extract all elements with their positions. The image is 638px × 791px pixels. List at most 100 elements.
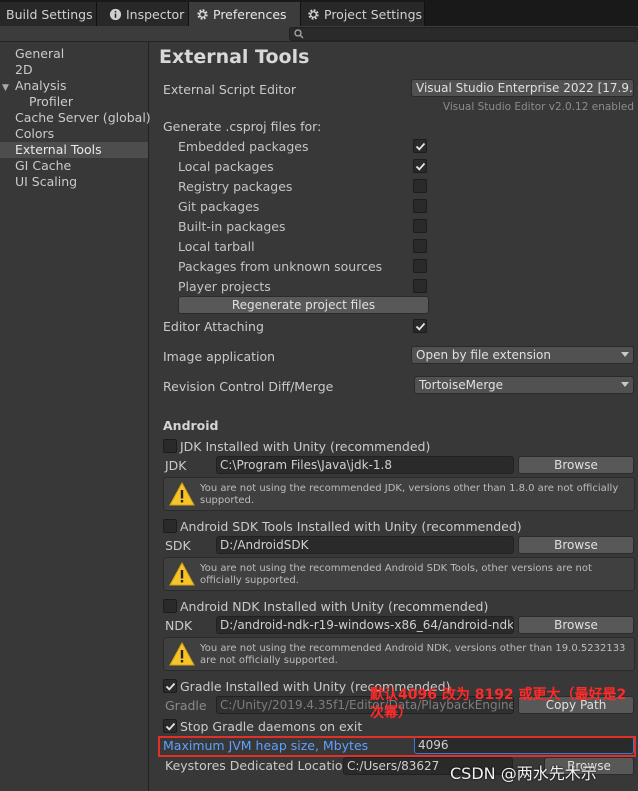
revision-control-dropdown[interactable]: TortoiseMerge <box>414 376 634 394</box>
sdk-path-value: D:/AndroidSDK <box>220 538 309 552</box>
embedded-packages-checkbox[interactable] <box>413 139 427 153</box>
image-application-label: Image application <box>163 348 276 364</box>
gradle-field-label: Gradle <box>165 697 207 713</box>
search-input[interactable] <box>289 27 638 41</box>
sdk-warning-text: You are not using the recommended Androi… <box>200 563 592 586</box>
sidebar-item-ui-scaling[interactable]: UI Scaling <box>0 174 148 190</box>
csproj-item-row: Git packages <box>178 197 259 215</box>
gear-icon <box>195 7 209 21</box>
csproj-item-label: Local packages <box>178 158 274 174</box>
editor-attaching-row: Editor Attaching <box>163 317 264 335</box>
revision-control-value: TortoiseMerge <box>419 378 504 392</box>
sdk-field-label: SDK <box>165 537 191 553</box>
sidebar-item-cache-server[interactable]: Cache Server (global) <box>0 110 151 126</box>
tab-project-settings[interactable]: Project Settings <box>301 2 425 26</box>
sidebar-item-2d[interactable]: 2D <box>0 62 148 78</box>
csproj-item-row: Local tarball <box>178 237 255 255</box>
ndk-warning-box: You are not using the recommended Androi… <box>163 637 635 671</box>
revision-control-row: Revision Control Diff/Merge <box>163 377 333 395</box>
button-label: Browse <box>554 618 598 632</box>
gradle-field-row: Gradle <box>165 696 207 714</box>
sidebar-item-general[interactable]: General <box>0 46 148 62</box>
sidebar-item-gi-cache[interactable]: GI Cache <box>0 158 148 174</box>
chevron-down-icon <box>621 382 629 387</box>
jdk-browse-button[interactable]: Browse <box>518 456 634 474</box>
sdk-path-field[interactable]: D:/AndroidSDK <box>216 536 514 554</box>
button-label: Regenerate project files <box>231 298 376 312</box>
jdk-installed-checkbox[interactable] <box>163 439 177 453</box>
ndk-toggle-row: Android NDK Installed with Unity (recomm… <box>180 597 488 615</box>
tab-preferences[interactable]: Preferences <box>189 2 301 26</box>
editor-attaching-checkbox[interactable] <box>413 319 427 333</box>
regenerate-project-files-button[interactable]: Regenerate project files <box>178 296 429 314</box>
ndk-field-row: NDK <box>165 616 192 634</box>
warning-icon <box>169 482 195 506</box>
sdk-field-row: SDK <box>165 536 191 554</box>
info-icon <box>109 7 122 21</box>
script-editor-row: External Script Editor <box>163 80 296 98</box>
sdk-toggle-label: Android SDK Tools Installed with Unity (… <box>180 518 522 534</box>
jdk-toggle-label: JDK Installed with Unity (recommended) <box>180 438 431 454</box>
checkmark-icon <box>165 682 175 691</box>
stop-gradle-row: Stop Gradle daemons on exit <box>180 717 362 735</box>
keystores-label: Keystores Dedicated Location <box>165 757 351 773</box>
ndk-field-label: NDK <box>165 617 193 633</box>
jdk-warning-box: You are not using the recommended JDK, v… <box>163 477 635 511</box>
chevron-down-icon <box>621 352 629 357</box>
jdk-path-value: C:\Program Files\Java\jdk-1.8 <box>220 458 392 472</box>
jvm-heap-highlight <box>158 736 636 757</box>
tab-label: Preferences <box>213 6 287 22</box>
sidebar-item-colors[interactable]: Colors <box>0 126 148 142</box>
ndk-path-field[interactable]: D:/android-ndk-r19-windows-x86_64/androi… <box>216 616 514 634</box>
ndk-path-value: D:/android-ndk-r19-windows-x86_64/androi… <box>220 618 514 632</box>
ndk-toggle-label: Android NDK Installed with Unity (recomm… <box>180 598 489 614</box>
warning-icon <box>169 642 195 666</box>
watermark-text: CSDN @两水先木示 <box>450 764 597 783</box>
stop-gradle-checkbox[interactable] <box>163 719 177 733</box>
csproj-item-row: Built-in packages <box>178 217 286 235</box>
expand-arrow-icon[interactable]: ▼ <box>2 80 15 96</box>
revision-control-label: Revision Control Diff/Merge <box>163 378 334 394</box>
tab-bar: Build Settings Inspector Preferences Pro… <box>0 0 638 26</box>
csproj-item-label: Player projects <box>178 278 271 294</box>
image-application-row: Image application <box>163 347 275 365</box>
local-tarball-checkbox[interactable] <box>413 239 427 253</box>
jdk-path-field[interactable]: C:\Program Files\Java\jdk-1.8 <box>216 456 514 474</box>
registry-packages-checkbox[interactable] <box>413 179 427 193</box>
ndk-installed-checkbox[interactable] <box>163 599 177 613</box>
csproj-item-label: Git packages <box>178 198 260 214</box>
sidebar-item-profiler[interactable]: Profiler <box>0 94 148 110</box>
git-packages-checkbox[interactable] <box>413 199 427 213</box>
csproj-item-label: Local tarball <box>178 238 255 254</box>
keystores-row: Keystores Dedicated Location <box>165 756 350 774</box>
csproj-item-row: Packages from unknown sources <box>178 257 382 275</box>
search-row <box>0 26 638 42</box>
csproj-item-row: Local packages <box>178 157 274 175</box>
jdk-warning-text: You are not using the recommended JDK, v… <box>200 483 619 506</box>
sidebar-item-external-tools[interactable]: External Tools <box>0 142 148 158</box>
tab-label: Project Settings <box>324 6 423 22</box>
script-editor-dropdown[interactable]: Visual Studio Enterprise 2022 [17.9.0 <box>411 79 634 97</box>
tab-inspector[interactable]: Inspector <box>97 2 189 26</box>
checkmark-icon <box>165 722 175 731</box>
sdk-installed-checkbox[interactable] <box>163 519 177 533</box>
tab-build-settings[interactable]: Build Settings <box>0 2 97 26</box>
gradle-installed-checkbox[interactable] <box>163 679 177 693</box>
editor-attaching-label: Editor Attaching <box>163 318 264 334</box>
csproj-item-row: Registry packages <box>178 177 292 195</box>
sdk-browse-button[interactable]: Browse <box>518 536 634 554</box>
jdk-field-row: JDK <box>165 456 187 474</box>
search-icon <box>294 29 304 39</box>
image-application-dropdown[interactable]: Open by file extension <box>411 346 634 364</box>
checkmark-icon <box>415 142 425 151</box>
unknown-sources-checkbox[interactable] <box>413 259 427 273</box>
android-section-heading: Android <box>163 418 219 433</box>
local-packages-checkbox[interactable] <box>413 159 427 173</box>
builtin-packages-checkbox[interactable] <box>413 219 427 233</box>
sidebar-item-analysis[interactable]: ▼ Analysis <box>0 78 148 94</box>
ndk-browse-button[interactable]: Browse <box>518 616 634 634</box>
jdk-toggle-row: JDK Installed with Unity (recommended) <box>180 437 430 455</box>
player-projects-checkbox[interactable] <box>413 279 427 293</box>
sidebar-item-label: Analysis <box>15 78 67 93</box>
preferences-sidebar: General 2D ▼ Analysis Profiler Cache Serv… <box>0 42 151 791</box>
